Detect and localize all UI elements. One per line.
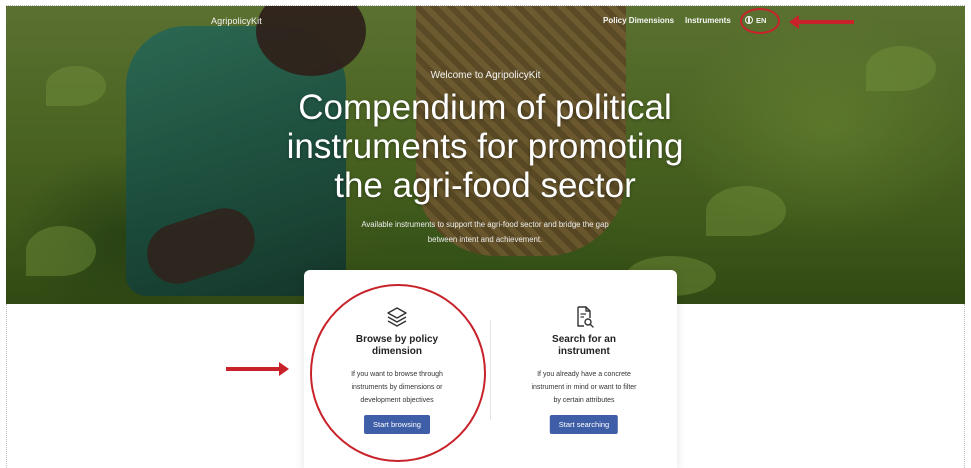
hero-title-line: instruments for promoting [286,127,684,166]
hero-subtitle-line: between intent and achievement. [427,235,543,244]
hero-title: Compendium of political instruments for … [235,88,735,205]
search-option-description-line: by certain attributes [553,397,615,404]
frame-left-border [6,304,8,468]
annotation-arrow-language [789,15,854,29]
hero-welcome-text: Welcome to AgripolicyKit [430,70,541,81]
search-option-description: If you already have a concrete instrumen… [511,368,657,407]
search-option-title-line: instrument [558,346,610,357]
search-option-title-line: Search for an [552,334,616,345]
hero-subtitle: Available instruments to support the agr… [340,217,630,247]
document-search-icon [577,306,594,328]
annotation-circle-language [740,8,780,34]
search-option-panel: Search for an instrument If you already … [491,270,677,468]
frame-right-border [964,304,966,468]
search-option-description-line: instrument in mind or want to filter [531,384,637,391]
annotation-arrow-browse [226,362,289,376]
hero-title-line: the agri-food sector [334,166,636,205]
hero-subtitle-line: Available instruments to support the agr… [361,220,609,229]
nav-link-instruments[interactable]: Instruments [685,16,731,25]
hero-title-line: Compendium of political [298,88,672,127]
search-option-description-line: If you already have a concrete [537,371,631,378]
annotation-circle-browse [310,284,486,462]
brand-logo-text[interactable]: AgripolicyKit [211,16,262,26]
search-option-title: Search for an instrument [491,334,677,358]
nav-link-policy-dimensions[interactable]: Policy Dimensions [603,16,674,25]
start-searching-button[interactable]: Start searching [549,415,619,434]
